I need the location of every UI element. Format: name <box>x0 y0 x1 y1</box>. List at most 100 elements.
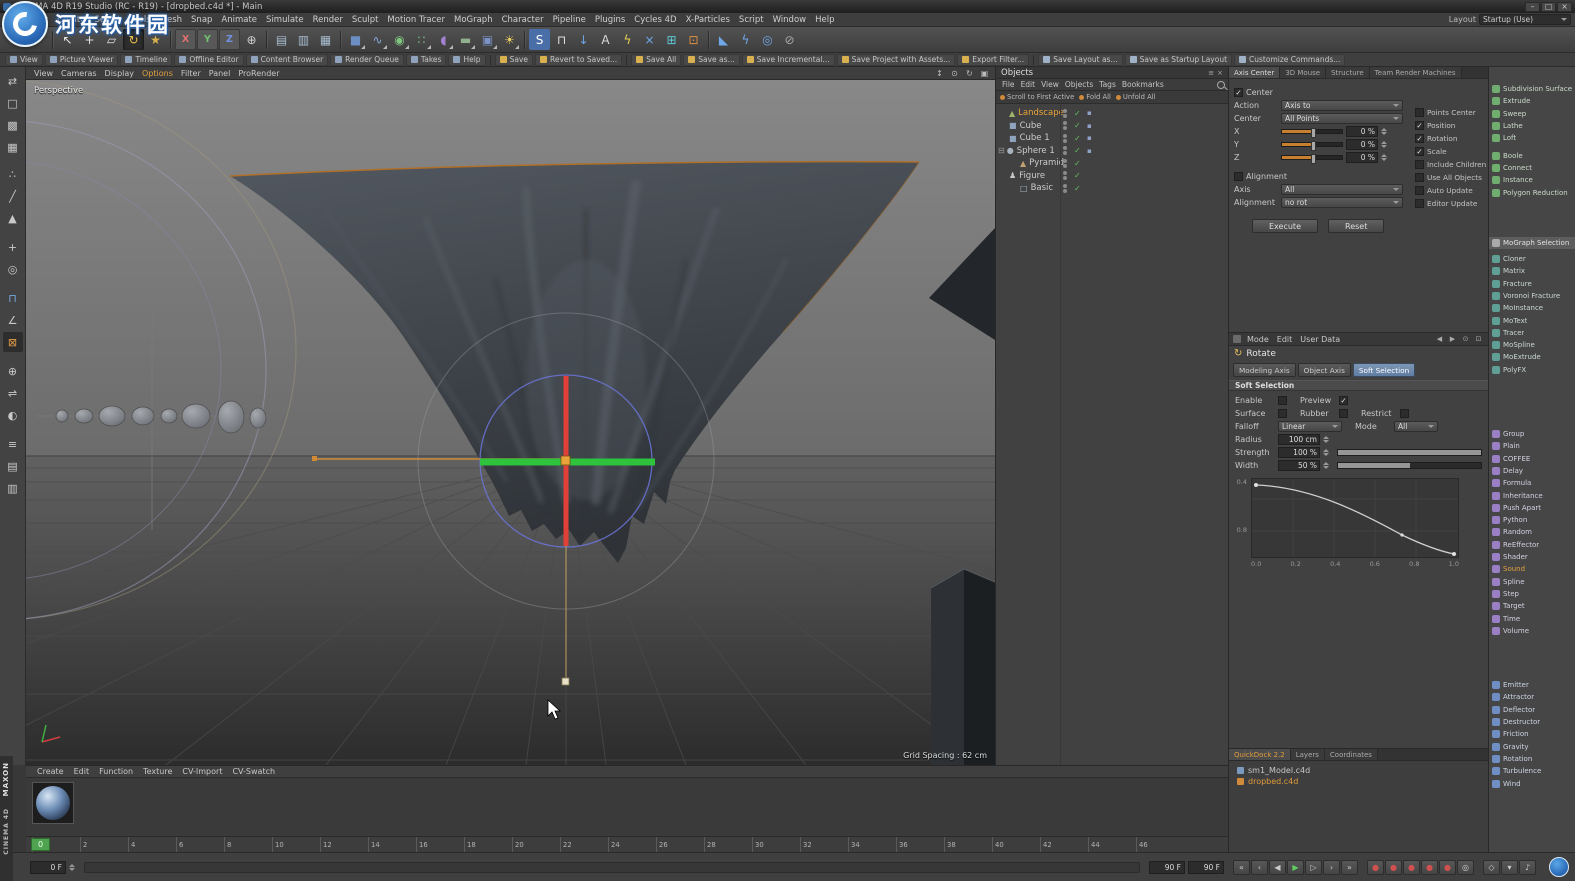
axis-center-button[interactable]: A <box>595 29 616 50</box>
rotate-view-icon[interactable]: ↻ <box>963 68 976 79</box>
viewport-menu-item[interactable]: Options <box>138 69 177 78</box>
toolbar2-button[interactable]: Save as Startup Layout <box>1125 54 1232 66</box>
palette-item[interactable]: Connect <box>1489 162 1575 174</box>
palette-item[interactable]: MoGraph Selection <box>1489 237 1575 249</box>
prev-frame-button[interactable]: ◀ <box>1269 860 1286 875</box>
toggle-view-icon[interactable]: ▣ <box>978 68 991 79</box>
toolbar2-button[interactable]: Takes <box>406 54 447 66</box>
z-slider[interactable] <box>1281 155 1343 160</box>
palette-item[interactable]: Volume <box>1489 625 1575 637</box>
center-checkbox[interactable]: ✓ <box>1234 88 1243 97</box>
palette-item[interactable]: Step <box>1489 588 1575 600</box>
z-spinner[interactable] <box>1381 154 1387 161</box>
object-tag-icons[interactable]: ▪ <box>1087 147 1092 155</box>
timeline-ruler[interactable]: 0246810121416182022242628303234363840424… <box>26 836 1228 852</box>
palette-item[interactable]: Friction <box>1489 728 1575 740</box>
visibility-dots-icon[interactable] <box>1063 134 1067 143</box>
axis-option-checkbox[interactable]: Use All Objects <box>1415 171 1486 184</box>
toolbar2-button[interactable]: Render Queue <box>330 54 404 66</box>
checkbox-icon[interactable] <box>1415 108 1424 117</box>
toolbar2-button[interactable]: Export Filter... <box>957 54 1029 66</box>
timeline-playhead[interactable]: 0 <box>31 838 50 851</box>
objects-menu-item[interactable]: Edit <box>1018 80 1039 89</box>
palette-item[interactable]: Shader <box>1489 551 1575 563</box>
attributes-menu-item[interactable]: Edit <box>1273 335 1297 344</box>
preview-checkbox[interactable]: ✓ <box>1339 396 1348 405</box>
toolbar2-button[interactable]: Timeline <box>120 54 172 66</box>
palette-item[interactable]: MoInstance <box>1489 302 1575 314</box>
palette-item[interactable]: Attractor <box>1489 691 1575 703</box>
x-value-field[interactable]: 0 % <box>1346 126 1378 137</box>
axis-option-checkbox[interactable]: ✓ Scale <box>1415 145 1486 158</box>
add-subdivision-button[interactable]: ◉ <box>389 29 410 50</box>
add-light-button[interactable]: ☀ <box>499 29 520 50</box>
model-mode-icon[interactable]: □ <box>3 93 23 113</box>
toolbar2-button[interactable]: Save <box>495 54 533 66</box>
layer-filter-icon[interactable]: ▤ <box>3 456 23 476</box>
record-scale-button[interactable]: ● <box>1403 860 1420 875</box>
palette-item[interactable]: Plain <box>1489 440 1575 452</box>
palette-item[interactable]: Lathe <box>1489 120 1575 132</box>
visibility-dots-icon[interactable] <box>1063 109 1067 118</box>
material-thumbnail[interactable] <box>32 782 74 824</box>
object-name[interactable]: Sphere 1 <box>1016 146 1055 156</box>
attributes-tab[interactable]: Modeling Axis <box>1233 363 1296 377</box>
toolbar2-button[interactable]: Save Project with Assets... <box>837 54 956 66</box>
checkbox-icon[interactable] <box>1415 173 1424 182</box>
texture-mode-icon[interactable]: ▩ <box>3 115 23 135</box>
panel-tab[interactable]: Structure <box>1326 67 1370 78</box>
menu-item[interactable]: Tools <box>125 15 155 25</box>
toolbar2-button[interactable]: Save Layout as... <box>1038 54 1122 66</box>
goto-end-button[interactable]: » <box>1341 860 1358 875</box>
panel-tab[interactable]: 3D Mouse <box>1280 67 1326 78</box>
menu-item[interactable]: MoGraph <box>449 15 497 25</box>
palette-item[interactable]: Instance <box>1489 174 1575 186</box>
toolbar2-button[interactable]: Save Incremental... <box>742 54 835 66</box>
menu-item[interactable]: Character <box>497 15 548 25</box>
toolbar2-button[interactable]: Revert to Saved... <box>535 54 622 66</box>
object-tree-row[interactable]: ♟ Figure ✓ <box>996 170 1228 183</box>
alignment-dropdown[interactable]: no rot <box>1281 197 1403 208</box>
strength-field[interactable]: 100 % <box>1278 447 1320 458</box>
panel-options-icon[interactable]: ≡ <box>1208 69 1214 77</box>
object-tag-icons[interactable]: ▪ <box>1087 109 1092 117</box>
material-menu-item[interactable]: Create <box>32 767 69 776</box>
object-tree-row[interactable]: ▲ Pyramid ✓ <box>996 157 1228 170</box>
objects-menu-item[interactable]: View <box>1038 80 1062 89</box>
menu-item[interactable]: Snap <box>187 15 217 25</box>
visibility-dots-icon[interactable] <box>1063 171 1067 180</box>
palette-item[interactable]: Matrix <box>1489 265 1575 277</box>
minimize-button[interactable]: – <box>1525 2 1540 12</box>
width-spinner[interactable] <box>1323 462 1329 469</box>
safe-frames-button[interactable]: ⊘ <box>779 29 800 50</box>
palette-item[interactable]: Loft <box>1489 132 1575 144</box>
lock-workplane-button[interactable]: ⊡ <box>683 29 704 50</box>
max-frame-field[interactable]: 90 F <box>1188 861 1224 874</box>
object-name[interactable]: Landscape <box>1017 108 1064 118</box>
redo-icon[interactable]: ↷ <box>27 29 48 50</box>
lock-x-axis[interactable]: X <box>175 29 196 50</box>
viewport-menu-item[interactable]: Cameras <box>57 69 101 78</box>
axis-option-checkbox[interactable]: Points Center <box>1415 106 1486 119</box>
toolbar2-button[interactable]: View <box>5 54 43 66</box>
menu-item[interactable]: Help <box>811 15 839 25</box>
palette-item[interactable]: Push Apart <box>1489 502 1575 514</box>
objects-menu-item[interactable]: Bookmarks <box>1119 80 1167 89</box>
enabled-check-icon[interactable]: ✓ <box>1074 146 1081 155</box>
history-icon[interactable]: ≡ <box>3 434 23 454</box>
next-icon[interactable]: ▶ <box>1447 335 1458 343</box>
object-tree-row[interactable]: ⊟ ● Sphere 1 ✓ ▪ <box>996 145 1228 158</box>
quantize-icon[interactable]: ∠ <box>3 310 23 330</box>
add-camera-button[interactable]: ▣ <box>477 29 498 50</box>
menu-item[interactable]: Plugins <box>590 15 629 25</box>
palette-item[interactable]: Turbulence <box>1489 765 1575 777</box>
x-spinner[interactable] <box>1381 128 1387 135</box>
viewport-menu-item[interactable]: Filter <box>177 69 205 78</box>
add-floor-button[interactable]: ▬ <box>455 29 476 50</box>
scale-tool[interactable]: ▱ <box>101 29 122 50</box>
toolbar2-button[interactable]: Customize Commands... <box>1234 54 1345 66</box>
add-cube-button[interactable]: ■ <box>345 29 366 50</box>
checkbox-icon[interactable] <box>1415 186 1424 195</box>
toolbar2-button[interactable]: Help <box>448 54 485 66</box>
pan-view-icon[interactable]: ↕ <box>933 68 946 79</box>
